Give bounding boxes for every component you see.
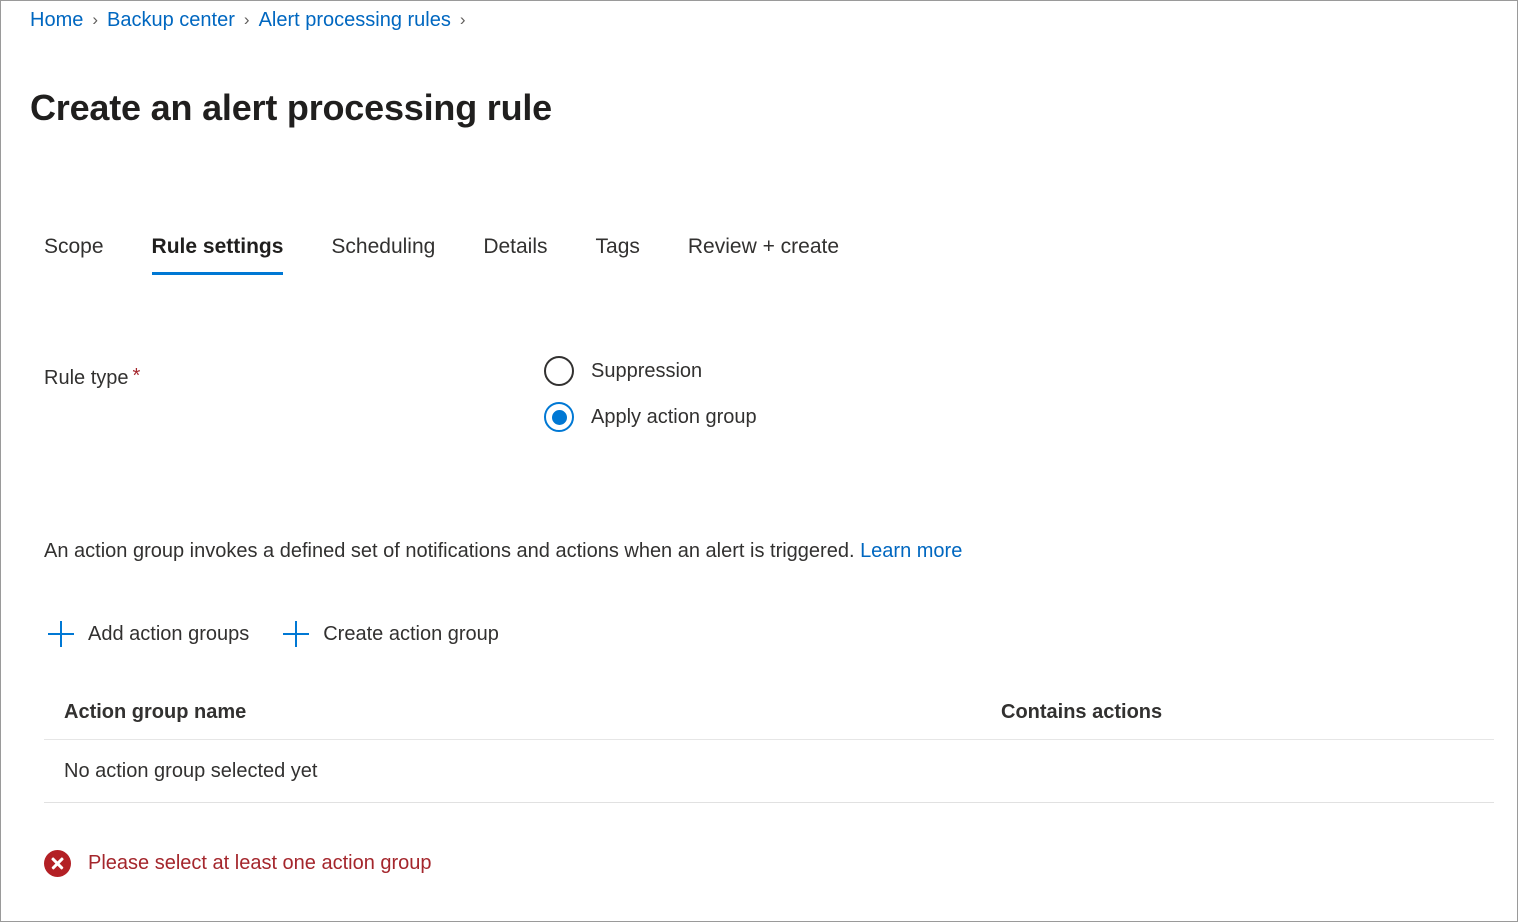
create-action-group-button[interactable]: Create action group [279, 615, 507, 653]
breadcrumb-item-home[interactable]: Home [30, 6, 83, 34]
radio-option-apply-action-group[interactable]: Apply action group [544, 402, 757, 432]
plus-icon [283, 621, 310, 647]
wizard-tab-list: Scope Rule settings Scheduling Details T… [44, 225, 839, 275]
cell-action-group-name: No action group selected yet [64, 760, 318, 782]
tab-details[interactable]: Details [483, 233, 547, 275]
tab-scheduling[interactable]: Scheduling [331, 233, 435, 275]
error-circle-x-icon [44, 849, 71, 877]
tab-review-create[interactable]: Review + create [688, 233, 839, 275]
radio-label-apply-action-group: Apply action group [591, 406, 757, 428]
breadcrumb-item-backup-center[interactable]: Backup center [107, 6, 235, 34]
breadcrumb-separator-icon: › [92, 10, 99, 29]
action-group-command-bar: Add action groups Create action group [44, 615, 507, 653]
breadcrumb-separator-icon: › [243, 10, 250, 29]
table-row: No action group selected yet [44, 740, 1494, 803]
tab-rule-settings[interactable]: Rule settings [151, 233, 283, 275]
action-group-grid: Action group name Contains actions No ac… [44, 685, 1494, 803]
radio-checked-icon[interactable] [544, 402, 574, 432]
required-asterisk-icon: * [132, 365, 141, 387]
radio-dot [551, 409, 567, 425]
radio-option-suppression[interactable]: Suppression [544, 356, 757, 386]
grid-header-row: Action group name Contains actions [44, 685, 1494, 740]
action-group-description-text: An action group invokes a defined set of… [44, 540, 855, 562]
breadcrumb-item-alert-processing-rules[interactable]: Alert processing rules [259, 6, 451, 34]
learn-more-link[interactable]: Learn more [860, 540, 962, 562]
add-action-groups-label: Add action groups [88, 623, 250, 645]
column-header-contains-actions[interactable]: Contains actions [1001, 699, 1494, 725]
validation-error-message: Please select at least one action group [88, 852, 432, 874]
column-header-action-group-name[interactable]: Action group name [44, 699, 1001, 725]
rule-type-radio-group: Suppression Apply action group [544, 356, 757, 432]
create-action-group-label: Create action group [323, 623, 499, 645]
rule-type-field-row: Rule type * Suppression Apply action grou… [44, 356, 1464, 432]
plus-icon [48, 621, 74, 647]
tab-tags[interactable]: Tags [596, 233, 640, 275]
validation-error: Please select at least one action group [44, 849, 432, 877]
add-action-groups-button[interactable]: Add action groups [44, 615, 257, 653]
radio-label-suppression: Suppression [591, 360, 703, 382]
action-group-description: An action group invokes a defined set of… [44, 537, 962, 565]
radio-unchecked-icon[interactable] [544, 356, 574, 386]
azure-create-alert-processing-rule-blade: Home › Backup center › Alert processing … [0, 0, 1518, 922]
rule-type-label-text: Rule type [44, 367, 129, 389]
rule-type-label: Rule type * [44, 356, 544, 392]
breadcrumb-separator-icon: › [459, 10, 466, 29]
tab-scope[interactable]: Scope [44, 233, 104, 275]
breadcrumb: Home › Backup center › Alert processing … [30, 6, 475, 34]
page-title: Create an alert processing rule [30, 87, 553, 129]
